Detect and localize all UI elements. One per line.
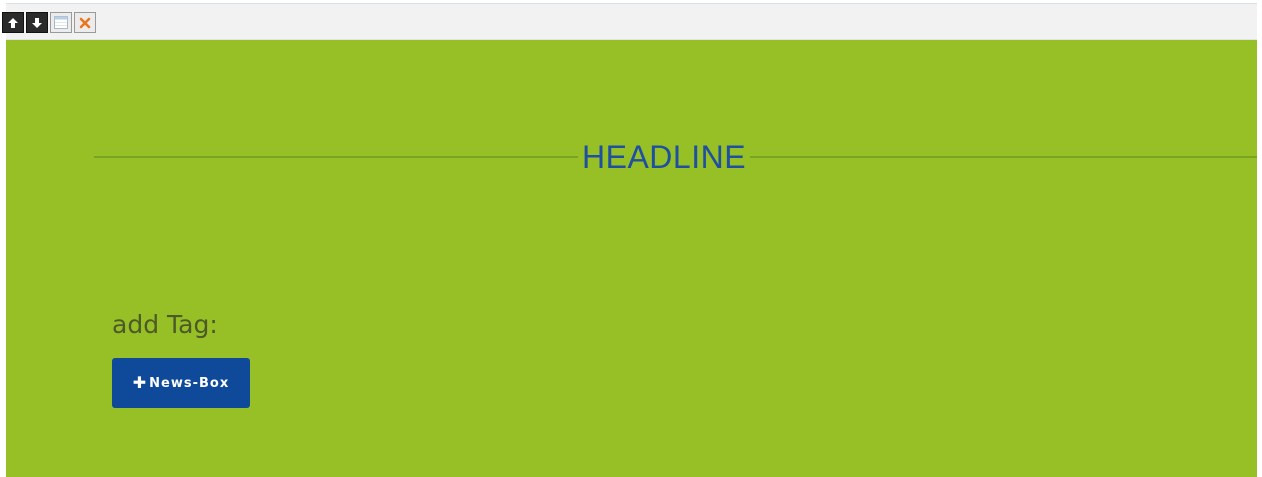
news-box-button-label: News-Box xyxy=(149,375,230,391)
move-down-icon xyxy=(32,17,42,28)
move-down-button[interactable] xyxy=(26,12,48,33)
toolbar xyxy=(2,3,1257,40)
headline[interactable]: HEADLINE xyxy=(578,139,751,175)
move-up-icon xyxy=(8,17,18,28)
close-button[interactable] xyxy=(74,12,96,33)
toolbar-buttons xyxy=(2,12,96,33)
add-tag-label: add Tag: xyxy=(112,310,218,339)
move-up-button[interactable] xyxy=(2,12,24,33)
plus-icon: ✚ xyxy=(132,373,148,392)
editor-frame: HEADLINE add Tag: ✚ News-Box xyxy=(2,3,1257,477)
close-icon xyxy=(79,17,91,28)
content-area: HEADLINE add Tag: ✚ News-Box xyxy=(6,40,1257,477)
add-news-box-button[interactable]: ✚ News-Box xyxy=(112,358,250,408)
window-button[interactable] xyxy=(50,12,72,33)
window-icon xyxy=(54,16,68,29)
